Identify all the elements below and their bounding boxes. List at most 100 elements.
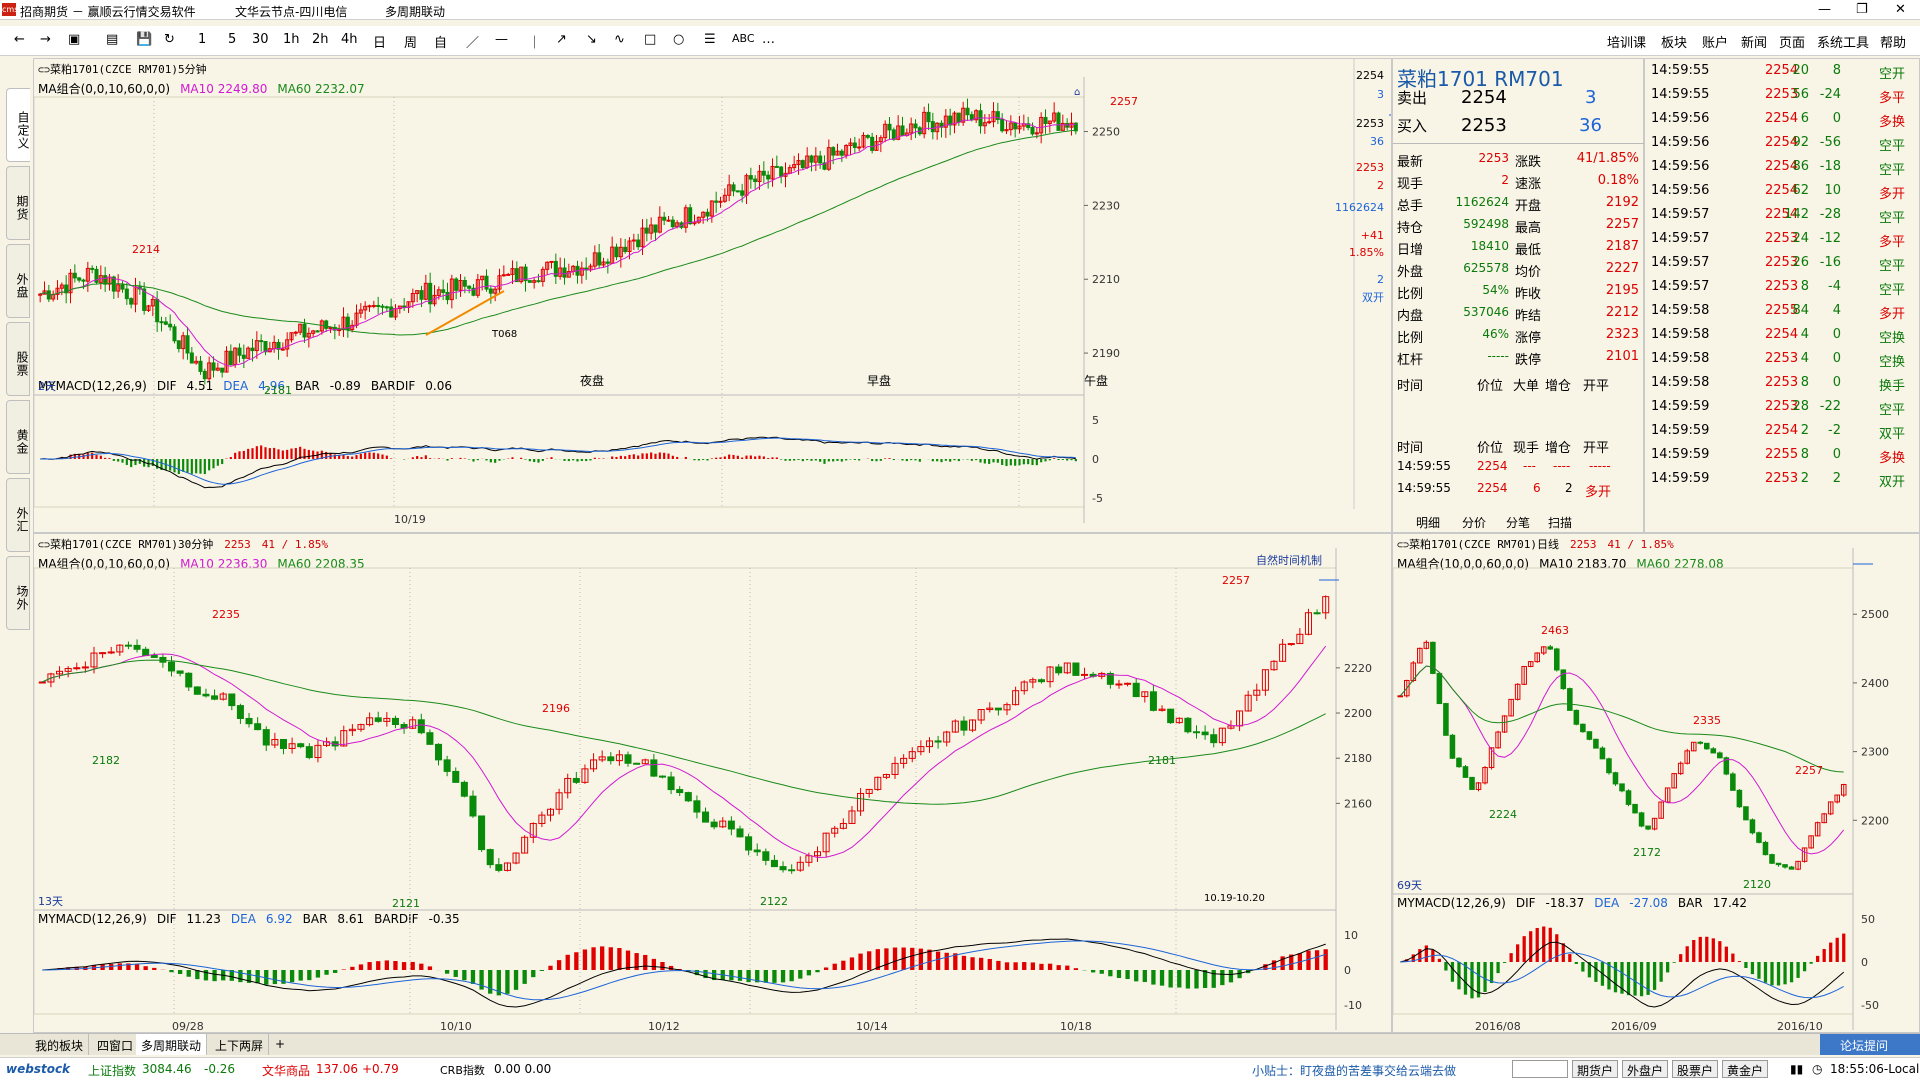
fill-openclose: 多开: [1585, 485, 1612, 500]
tab-custom[interactable]: 自定义: [6, 88, 30, 162]
period-5m[interactable]: 5: [228, 32, 236, 47]
period-30m[interactable]: 30: [252, 32, 269, 47]
refresh-icon[interactable]: ↻: [164, 32, 175, 47]
text-tool-icon[interactable]: ABC: [732, 32, 755, 45]
ma10-line: [40, 116, 1076, 367]
period-1m[interactable]: 1: [198, 32, 206, 47]
tab-multi-period[interactable]: 多周期联动: [136, 1034, 208, 1055]
tab-futures[interactable]: 期货: [6, 166, 30, 240]
candle-body: [644, 227, 649, 234]
foreign-account-button[interactable]: 外盘户: [1622, 1060, 1669, 1078]
line-tool-icon[interactable]: ／: [466, 32, 479, 51]
vline-tool-icon[interactable]: ｜: [528, 32, 541, 51]
period-4h[interactable]: 4h: [341, 32, 358, 47]
tab-trades[interactable]: 分笔: [1506, 514, 1530, 531]
local-time: 18:55:06-Local: [1830, 1062, 1920, 1076]
chart-day-panel[interactable]: ⊂⊃菜粕1701(CZCE RM701)日线 2253 41 / 1.85% M…: [1392, 533, 1920, 1033]
ray-down-icon[interactable]: ↘: [586, 32, 597, 47]
period-day[interactable]: 日: [373, 32, 386, 51]
forward-icon[interactable]: →: [40, 32, 51, 47]
tab-stocks[interactable]: 股票: [6, 322, 30, 396]
ellipse-tool-icon[interactable]: ○: [673, 32, 684, 47]
candle-body: [748, 175, 753, 180]
chart-5m-panel[interactable]: ⊂⊃菜粕1701(CZCE RM701)5分钟 MA组合(0,0,10,60,0…: [33, 58, 1392, 533]
rect-tool-icon[interactable]: □: [644, 32, 656, 47]
menu-page[interactable]: 页面: [1779, 32, 1805, 51]
candle-body: [1736, 789, 1743, 808]
menu-training[interactable]: 培训课: [1607, 32, 1646, 51]
wh-index-value: 137.06: [316, 1062, 358, 1076]
futures-account-button[interactable]: 期货户: [1572, 1060, 1619, 1078]
tab-split-screen[interactable]: 上下两屏: [210, 1034, 270, 1055]
tip-text[interactable]: 小贴士：盯夜盘的苦差事交给云端去做: [1252, 1062, 1456, 1079]
chart-30m-panel[interactable]: ⊂⊃菜粕1701(CZCE RM701)30分钟 2253 41 / 1.85%…: [33, 533, 1392, 1033]
ray-up-icon[interactable]: ↗: [556, 32, 567, 47]
period-custom[interactable]: 自: [434, 32, 447, 51]
field-value: 592498: [1463, 217, 1509, 231]
maximize-button[interactable]: ❐: [1856, 2, 1868, 17]
menu-help[interactable]: 帮助: [1880, 32, 1906, 51]
close-button[interactable]: ✕: [1895, 2, 1906, 17]
period-1h[interactable]: 1h: [283, 32, 300, 47]
add-tab-button[interactable]: +: [270, 1034, 290, 1055]
candle-body: [839, 150, 844, 156]
period-week[interactable]: 周: [404, 32, 417, 51]
list-tool-icon[interactable]: ☰: [704, 32, 716, 47]
range-label: 10.19-10.20: [1204, 893, 1265, 904]
session-morning: 早盘: [867, 373, 891, 388]
candle-body: [1593, 738, 1599, 749]
candle-body: [211, 695, 219, 700]
session-night: 夜盘: [580, 373, 604, 388]
wave-tool-icon[interactable]: ∿: [614, 32, 625, 47]
status-input[interactable]: [1512, 1060, 1568, 1078]
tab-my-sectors[interactable]: 我的板块: [30, 1034, 90, 1055]
date-label: 2016/08: [1475, 1020, 1521, 1032]
quote-detail-header: 时间 价位 大单 增仓 开平: [1393, 375, 1645, 397]
tab-otc[interactable]: 场外: [6, 556, 30, 630]
tab-foreign[interactable]: 外盘: [6, 244, 30, 318]
layout-mode[interactable]: 多周期联动: [385, 3, 445, 20]
buy-label: 买入: [1397, 117, 1428, 135]
period-2h[interactable]: 2h: [312, 32, 329, 47]
candle-body: [913, 123, 918, 129]
tab-price-dist[interactable]: 分价: [1462, 514, 1486, 531]
menu-system-tools[interactable]: 系统工具: [1817, 32, 1869, 51]
grid-icon[interactable]: ▤: [106, 32, 118, 47]
tab-scan[interactable]: 扫描: [1548, 514, 1572, 531]
candle-body: [1599, 747, 1606, 760]
quote-icon[interactable]: ▣: [68, 32, 80, 47]
candle-body: [445, 291, 450, 301]
candle-body: [1043, 116, 1048, 124]
forum-button[interactable]: 论坛提问: [1820, 1034, 1920, 1055]
back-icon[interactable]: ←: [14, 32, 25, 47]
ma60-line: [40, 129, 1076, 336]
candle-body: [1586, 731, 1593, 740]
session-noon: 午盘: [1084, 373, 1108, 388]
tab-forex[interactable]: 外汇: [6, 478, 30, 552]
stock-account-button[interactable]: 股票户: [1672, 1060, 1719, 1078]
quote-field-row: 外盘 625578 均价 2227: [1393, 261, 1645, 283]
candle-body: [1167, 708, 1175, 724]
field-label: 总手: [1397, 199, 1424, 214]
hline-tool-icon[interactable]: —: [495, 32, 508, 47]
menu-account[interactable]: 账户: [1702, 32, 1728, 51]
tab-four-windows[interactable]: 四窗口: [92, 1034, 140, 1055]
candle-body: [740, 190, 745, 196]
save-icon[interactable]: 💾: [136, 32, 152, 47]
candle-body: [176, 340, 181, 350]
more-icon[interactable]: …: [762, 32, 775, 47]
candle-body: [1072, 662, 1080, 676]
fill-qty: 6: [1533, 481, 1541, 495]
candle-body: [693, 800, 701, 813]
server-node[interactable]: 文华云节点-四川电信: [235, 3, 347, 20]
tab-detail[interactable]: 明细: [1416, 514, 1440, 531]
tab-gold[interactable]: 黄金: [6, 400, 30, 474]
minimize-button[interactable]: —: [1818, 2, 1831, 17]
menu-news[interactable]: 新闻: [1741, 32, 1767, 51]
status-bar: webstock 上证指数 3084.46 -0.26 文华商品 137.06 …: [0, 1057, 1920, 1080]
tick-open-close: 空平: [1879, 403, 1906, 418]
gold-account-button[interactable]: 黄金户: [1722, 1060, 1769, 1078]
field-label: 比例: [1397, 287, 1424, 302]
menu-sector[interactable]: 板块: [1661, 32, 1687, 51]
candle-body: [324, 320, 329, 329]
